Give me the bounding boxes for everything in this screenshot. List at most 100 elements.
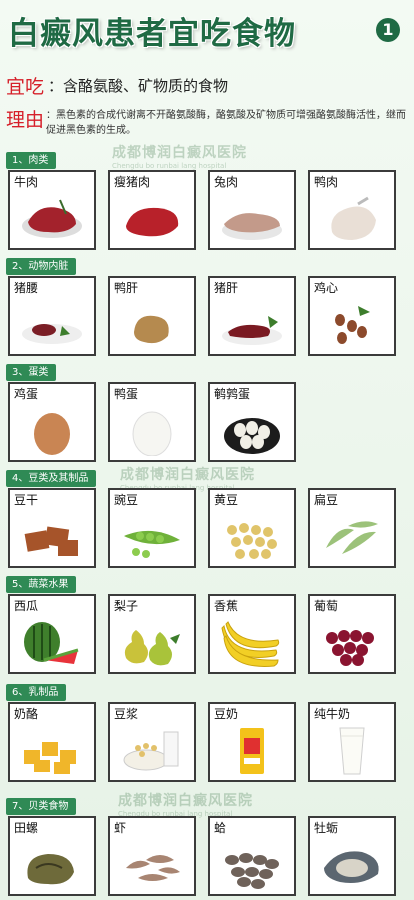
chicken-egg-image	[34, 413, 70, 455]
food-name: 鸭蛋	[114, 387, 139, 401]
food-name: 虾	[114, 821, 127, 835]
food-card: 鸭肉	[308, 170, 396, 250]
food-name: 猪腰	[14, 281, 39, 295]
watermark: 成都博润白癜风医院Chengdu bo runbai lang hospital	[118, 793, 253, 818]
food-card: 西瓜	[8, 594, 96, 674]
pork-kidney-image	[22, 324, 82, 344]
food-card: 猪肝	[208, 276, 296, 356]
category-label: 1、肉类	[6, 152, 57, 169]
food-card: 黄豆	[208, 488, 296, 568]
pear-image	[124, 630, 180, 666]
food-name: 豌豆	[114, 493, 139, 507]
food-name: 豆奶	[214, 707, 239, 721]
pork-liver-image	[222, 316, 282, 345]
watermelon-image	[24, 622, 79, 664]
eat-label: 宜吃	[6, 76, 45, 98]
pea-image	[124, 530, 180, 558]
food-card: 蛤	[208, 816, 296, 896]
food-card: 豆浆	[108, 702, 196, 782]
food-card: 豆干	[8, 488, 96, 568]
food-card: 鹌鹑蛋	[208, 382, 296, 462]
shrimp-image	[126, 855, 180, 881]
flat-bean-image	[326, 521, 378, 554]
food-card: 鸡心	[308, 276, 396, 356]
food-card: 虾	[108, 816, 196, 896]
header: 白癜风患者宜吃食物 1	[0, 0, 414, 62]
food-name: 鸡蛋	[14, 387, 39, 401]
food-card: 牛肉	[8, 170, 96, 250]
food-name: 瘦猪肉	[114, 175, 151, 189]
category-label: 7、贝类食物	[6, 798, 77, 815]
duck-liver-image	[134, 315, 169, 344]
food-card: 牡蛎	[308, 816, 396, 896]
food-card: 奶酪	[8, 702, 96, 782]
food-card: 纯牛奶	[308, 702, 396, 782]
food-name: 黄豆	[214, 493, 239, 507]
reason-label: 理由	[6, 109, 45, 131]
clam-image	[225, 853, 279, 889]
oyster-image	[324, 851, 379, 883]
category-label: 4、豆类及其制品	[6, 470, 97, 487]
food-name: 梨子	[114, 599, 139, 613]
food-name: 香蕉	[214, 599, 239, 613]
food-card: 瘦猪肉	[108, 170, 196, 250]
food-name: 奶酪	[14, 707, 39, 721]
food-card: 豆奶	[208, 702, 296, 782]
food-card: 葡萄	[308, 594, 396, 674]
intro: 宜吃 ：含酪氨酸、矿物质的食物 理由 ：黑色素的合成代谢离不开酪氨酸酶，酪氨酸及…	[6, 72, 410, 138]
food-name: 兔肉	[214, 175, 239, 189]
grape-image	[326, 630, 374, 666]
food-name: 牛肉	[14, 175, 39, 189]
food-card: 鸭肝	[108, 276, 196, 356]
food-name: 西瓜	[14, 599, 39, 613]
food-card: 猪腰	[8, 276, 96, 356]
reason-text: ：黑色素的合成代谢离不开酪氨酸酶，酪氨酸及矿物质可增强酪氨酸酶活性，继而促进黑色…	[46, 110, 407, 136]
soy-milk-carton-image	[240, 728, 264, 774]
food-card: 鸭蛋	[108, 382, 196, 462]
food-name: 蛤	[214, 821, 227, 835]
food-name: 豆干	[14, 493, 39, 507]
food-name: 鹌鹑蛋	[214, 387, 251, 401]
food-name: 鸡心	[314, 281, 339, 295]
river-snail-image	[27, 854, 74, 885]
page-number-badge: 1	[376, 18, 400, 42]
category-label: 5、蔬菜水果	[6, 576, 77, 593]
page-title: 白癜风患者宜吃食物	[8, 16, 296, 52]
food-name: 豆浆	[114, 707, 139, 721]
quail-egg-image	[224, 418, 280, 454]
food-name: 鸭肉	[314, 175, 339, 189]
food-name: 猪肝	[214, 281, 239, 295]
category-label: 2、动物内脏	[6, 258, 77, 275]
soybean-image	[227, 523, 277, 559]
dried-tofu-image	[24, 526, 78, 556]
reason-row: 理由 ：黑色素的合成代谢离不开酪氨酸酶，酪氨酸及矿物质可增强酪氨酸酶活性，继而促…	[6, 105, 410, 138]
food-name: 鸭肝	[114, 281, 139, 295]
food-card: 兔肉	[208, 170, 296, 250]
category-label: 3、蛋类	[6, 364, 57, 381]
eat-row: 宜吃 ：含酪氨酸、矿物质的食物	[6, 72, 410, 99]
food-card: 鸡蛋	[8, 382, 96, 462]
duck-egg-image	[132, 411, 172, 456]
food-card: 田螺	[8, 816, 96, 896]
watermark: 成都博润白癜风医院Chengdu bo runbai lang hospital	[112, 145, 247, 170]
food-name: 纯牛奶	[314, 707, 351, 721]
food-name: 牡蛎	[314, 821, 339, 835]
category-label: 6、乳制品	[6, 684, 67, 701]
eat-text: ：含酪氨酸、矿物质的食物	[48, 77, 229, 95]
food-name: 田螺	[14, 821, 39, 835]
lean-pork-image	[126, 207, 179, 237]
milk-glass-image	[339, 727, 365, 775]
rabbit-meat-image	[222, 213, 282, 240]
banana-image	[221, 621, 280, 667]
cheese-image	[24, 742, 76, 774]
food-card: 豌豆	[108, 488, 196, 568]
food-name: 扁豆	[314, 493, 339, 507]
soy-milk-image	[123, 731, 179, 771]
chicken-heart-image	[335, 306, 370, 344]
beef-image	[22, 199, 82, 238]
duck-image	[331, 196, 376, 240]
food-name: 葡萄	[314, 599, 339, 613]
food-card: 香蕉	[208, 594, 296, 674]
food-card: 梨子	[108, 594, 196, 674]
food-card: 扁豆	[308, 488, 396, 568]
